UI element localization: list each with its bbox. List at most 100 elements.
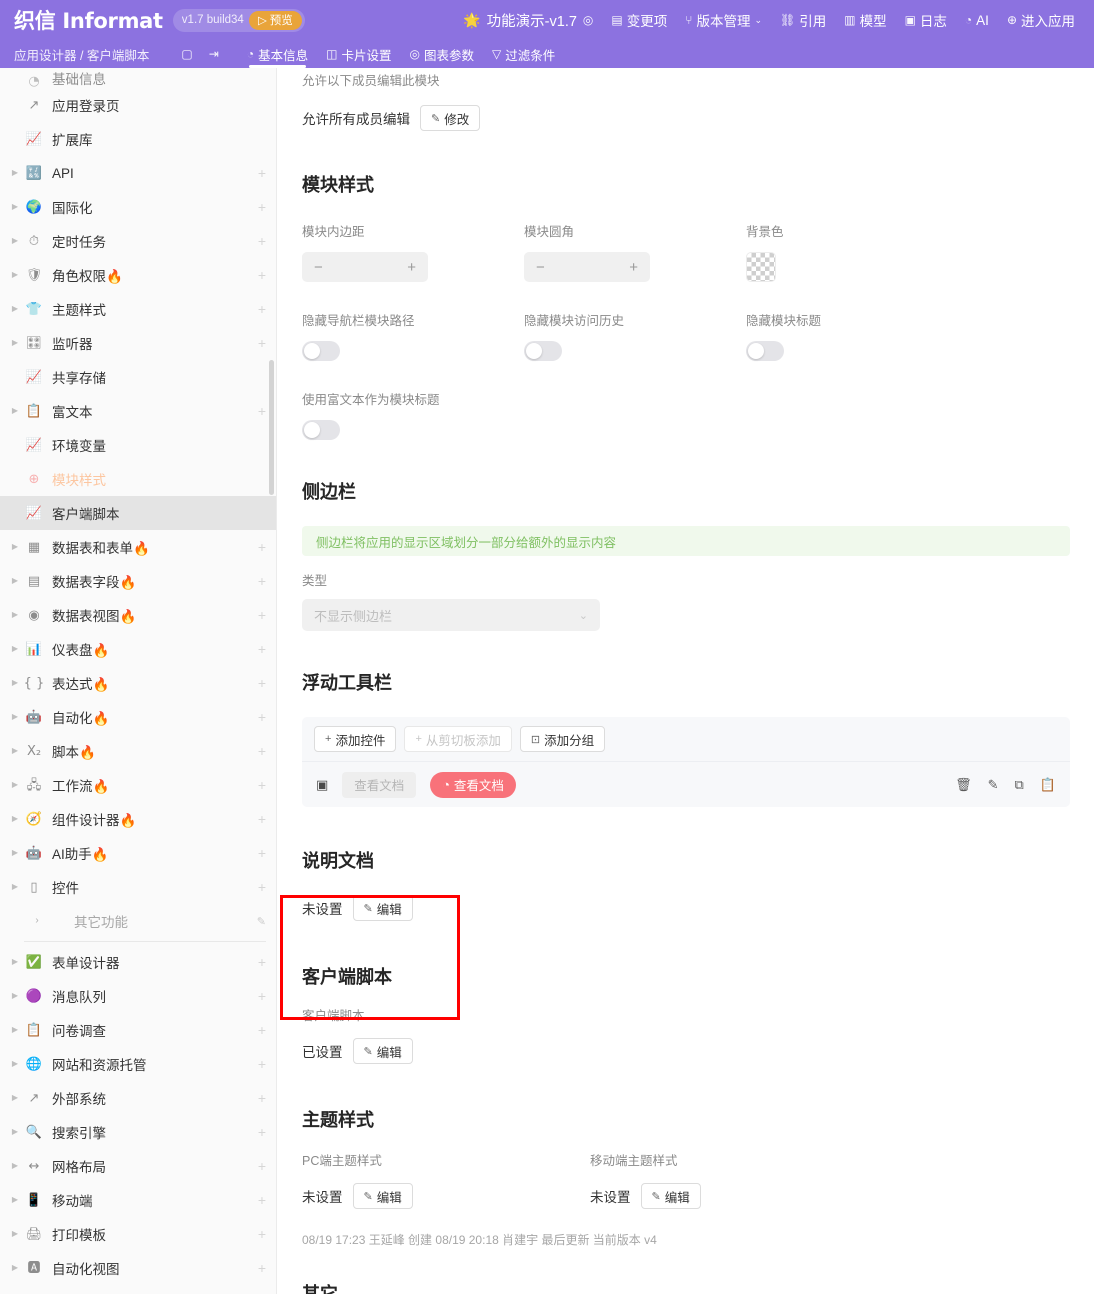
- sidebar-item-20[interactable]: ▶X₂脚本🔥+: [0, 734, 276, 768]
- sidebar-item-28[interactable]: ▶📋问卷调查+: [0, 1013, 276, 1047]
- add-icon[interactable]: +: [258, 846, 266, 860]
- copy-icon[interactable]: ⧉: [1015, 777, 1024, 793]
- expand-arrow-icon[interactable]: ▶: [8, 543, 22, 551]
- module-radius-stepper[interactable]: − +: [524, 252, 650, 282]
- header-item-logs[interactable]: ▣ 日志: [896, 0, 956, 40]
- add-icon[interactable]: +: [258, 642, 266, 656]
- sidebar-item-19[interactable]: ▶🤖自动化🔥+: [0, 700, 276, 734]
- background-color-swatch[interactable]: [746, 252, 776, 282]
- hide-nav-path-toggle[interactable]: [302, 341, 340, 361]
- hide-module-title-toggle[interactable]: [746, 341, 784, 361]
- sidebar-item-18[interactable]: ▶{ }表达式🔥+: [0, 666, 276, 700]
- sidebar-item-24[interactable]: ▶▯控件+: [0, 870, 276, 904]
- add-icon[interactable]: +: [258, 608, 266, 622]
- sidebar-item-26[interactable]: ▶✅表单设计器+: [0, 945, 276, 979]
- sidebar-item-8[interactable]: ▶🎛监听器+: [0, 326, 276, 360]
- sidebar-item-15[interactable]: ▶▤数据表字段🔥+: [0, 564, 276, 598]
- list-indent-icon[interactable]: ⇥: [209, 47, 219, 61]
- expand-arrow-icon[interactable]: ▶: [8, 339, 22, 347]
- expand-arrow-icon[interactable]: ▶: [8, 679, 22, 687]
- sidebar-item-30[interactable]: ▶↗外部系统+: [0, 1081, 276, 1115]
- sidebar-item-5[interactable]: ▶⏱定时任务+: [0, 224, 276, 258]
- sidebar-item-2[interactable]: ▶📈扩展库: [0, 122, 276, 156]
- sidebar-item-36[interactable]: ▶♻回收站+: [0, 1285, 276, 1294]
- sidebar-item-31[interactable]: ▶🔍搜索引擎+: [0, 1115, 276, 1149]
- header-item-enter-app[interactable]: ⊕ 进入应用: [998, 0, 1084, 40]
- permission-edit-button[interactable]: ✎ 修改: [420, 105, 480, 131]
- sidebar-item-33[interactable]: ▶📱移动端+: [0, 1183, 276, 1217]
- expand-arrow-icon[interactable]: ▶: [8, 781, 22, 789]
- left-sidebar[interactable]: ▶◔基础信息▶↗应用登录页▶📈扩展库▶🔣API+▶🌍国际化+▶⏱定时任务+▶🛡角…: [0, 68, 277, 1294]
- widget-name-chip[interactable]: 查看文档: [342, 772, 416, 798]
- sidebar-item-7[interactable]: ▶👕主题样式+: [0, 292, 276, 326]
- add-icon[interactable]: +: [258, 1227, 266, 1241]
- mobile-theme-edit-button[interactable]: ✎ 编辑: [641, 1183, 701, 1209]
- expand-arrow-icon[interactable]: ▶: [8, 815, 22, 823]
- sidebar-item-3[interactable]: ▶🔣API+: [0, 156, 276, 190]
- expand-arrow-icon[interactable]: ▶: [8, 645, 22, 653]
- add-from-clipboard-button[interactable]: + 从剪切板添加: [404, 726, 511, 752]
- add-icon[interactable]: +: [258, 989, 266, 1003]
- edit-icon[interactable]: ✎: [988, 777, 999, 793]
- pc-theme-edit-button[interactable]: ✎ 编辑: [353, 1183, 413, 1209]
- header-item-version-manage[interactable]: ⑂ 版本管理 ⌄: [676, 0, 771, 40]
- sidebar-item-21[interactable]: ▶🖧工作流🔥+: [0, 768, 276, 802]
- sidebar-item-13[interactable]: ▶📈客户端脚本: [0, 496, 276, 530]
- expand-arrow-icon[interactable]: ▶: [8, 713, 22, 721]
- note-icon[interactable]: ▢: [181, 47, 192, 61]
- help-circle-icon[interactable]: ◎: [583, 13, 593, 27]
- expand-arrow-icon[interactable]: ▶: [8, 992, 22, 1000]
- app-title-group[interactable]: 🌟 功能演示-v1.7 ◎: [454, 0, 602, 40]
- expand-arrow-icon[interactable]: ▶: [8, 1196, 22, 1204]
- expand-arrow-icon[interactable]: ▶: [8, 237, 22, 245]
- add-icon[interactable]: +: [258, 1057, 266, 1071]
- pencil-icon[interactable]: ✎: [257, 915, 266, 928]
- tab-card-settings[interactable]: ◫ 卡片设置: [326, 40, 391, 68]
- expand-arrow-icon[interactable]: ▶: [8, 577, 22, 585]
- expand-arrow-icon[interactable]: ▶: [8, 1060, 22, 1068]
- sidebar-item-4[interactable]: ▶🌍国际化+: [0, 190, 276, 224]
- sidebar-item-6[interactable]: ▶🛡角色权限🔥+: [0, 258, 276, 292]
- tab-basic-info[interactable]: ◔ 基本信息: [247, 40, 308, 68]
- widget-preview-chip[interactable]: ◔ 查看文档: [430, 772, 516, 798]
- add-icon[interactable]: +: [258, 336, 266, 350]
- header-item-references[interactable]: ⛓ 引用: [771, 0, 835, 40]
- stepper-minus-icon[interactable]: −: [314, 259, 323, 276]
- add-group-button[interactable]: ⊡ 添加分组: [520, 726, 605, 752]
- expand-arrow-icon[interactable]: ▶: [8, 271, 22, 279]
- expand-arrow-icon[interactable]: ▶: [8, 1230, 22, 1238]
- sidebar-item-9[interactable]: ▶📈共享存储: [0, 360, 276, 394]
- expand-arrow-icon[interactable]: ▶: [8, 1264, 22, 1272]
- module-padding-stepper[interactable]: − +: [302, 252, 428, 282]
- expand-arrow-icon[interactable]: ›: [30, 916, 44, 926]
- hide-visit-history-toggle[interactable]: [524, 341, 562, 361]
- add-icon[interactable]: +: [258, 166, 266, 180]
- sidebar-item-27[interactable]: ▶🟣消息队列+: [0, 979, 276, 1013]
- add-icon[interactable]: +: [258, 1193, 266, 1207]
- expand-arrow-icon[interactable]: ▶: [8, 1128, 22, 1136]
- rich-text-title-toggle[interactable]: [302, 420, 340, 440]
- stepper-plus-icon[interactable]: +: [407, 259, 416, 276]
- expand-arrow-icon[interactable]: ▶: [8, 1026, 22, 1034]
- add-icon[interactable]: +: [258, 1261, 266, 1275]
- sidebar-item-29[interactable]: ▶🌐网站和资源托管+: [0, 1047, 276, 1081]
- header-item-changes[interactable]: ▤ 变更项: [602, 0, 676, 40]
- sidebar-item-12[interactable]: ▶⊕模块样式: [0, 462, 276, 496]
- add-icon[interactable]: +: [258, 880, 266, 894]
- sidebar-item-34[interactable]: ▶🖨打印模板+: [0, 1217, 276, 1251]
- add-icon[interactable]: +: [258, 1023, 266, 1037]
- sidebar-item-1[interactable]: ▶↗应用登录页: [0, 88, 276, 122]
- add-icon[interactable]: +: [258, 574, 266, 588]
- header-item-model[interactable]: ▥ 模型: [835, 0, 895, 40]
- expand-arrow-icon[interactable]: ▶: [8, 883, 22, 891]
- sidebar-scrollbar[interactable]: [269, 360, 274, 495]
- add-icon[interactable]: +: [258, 676, 266, 690]
- add-icon[interactable]: +: [258, 302, 266, 316]
- sidebar-item-32[interactable]: ▶↔网格布局+: [0, 1149, 276, 1183]
- sidebar-item-22[interactable]: ▶🧭组件设计器🔥+: [0, 802, 276, 836]
- client-script-edit-button[interactable]: ✎ 编辑: [353, 1038, 413, 1064]
- preview-button[interactable]: ▷ 预览: [249, 11, 302, 30]
- add-icon[interactable]: +: [258, 744, 266, 758]
- sidebar-item-16[interactable]: ▶◉数据表视图🔥+: [0, 598, 276, 632]
- expand-arrow-icon[interactable]: ▶: [8, 169, 22, 177]
